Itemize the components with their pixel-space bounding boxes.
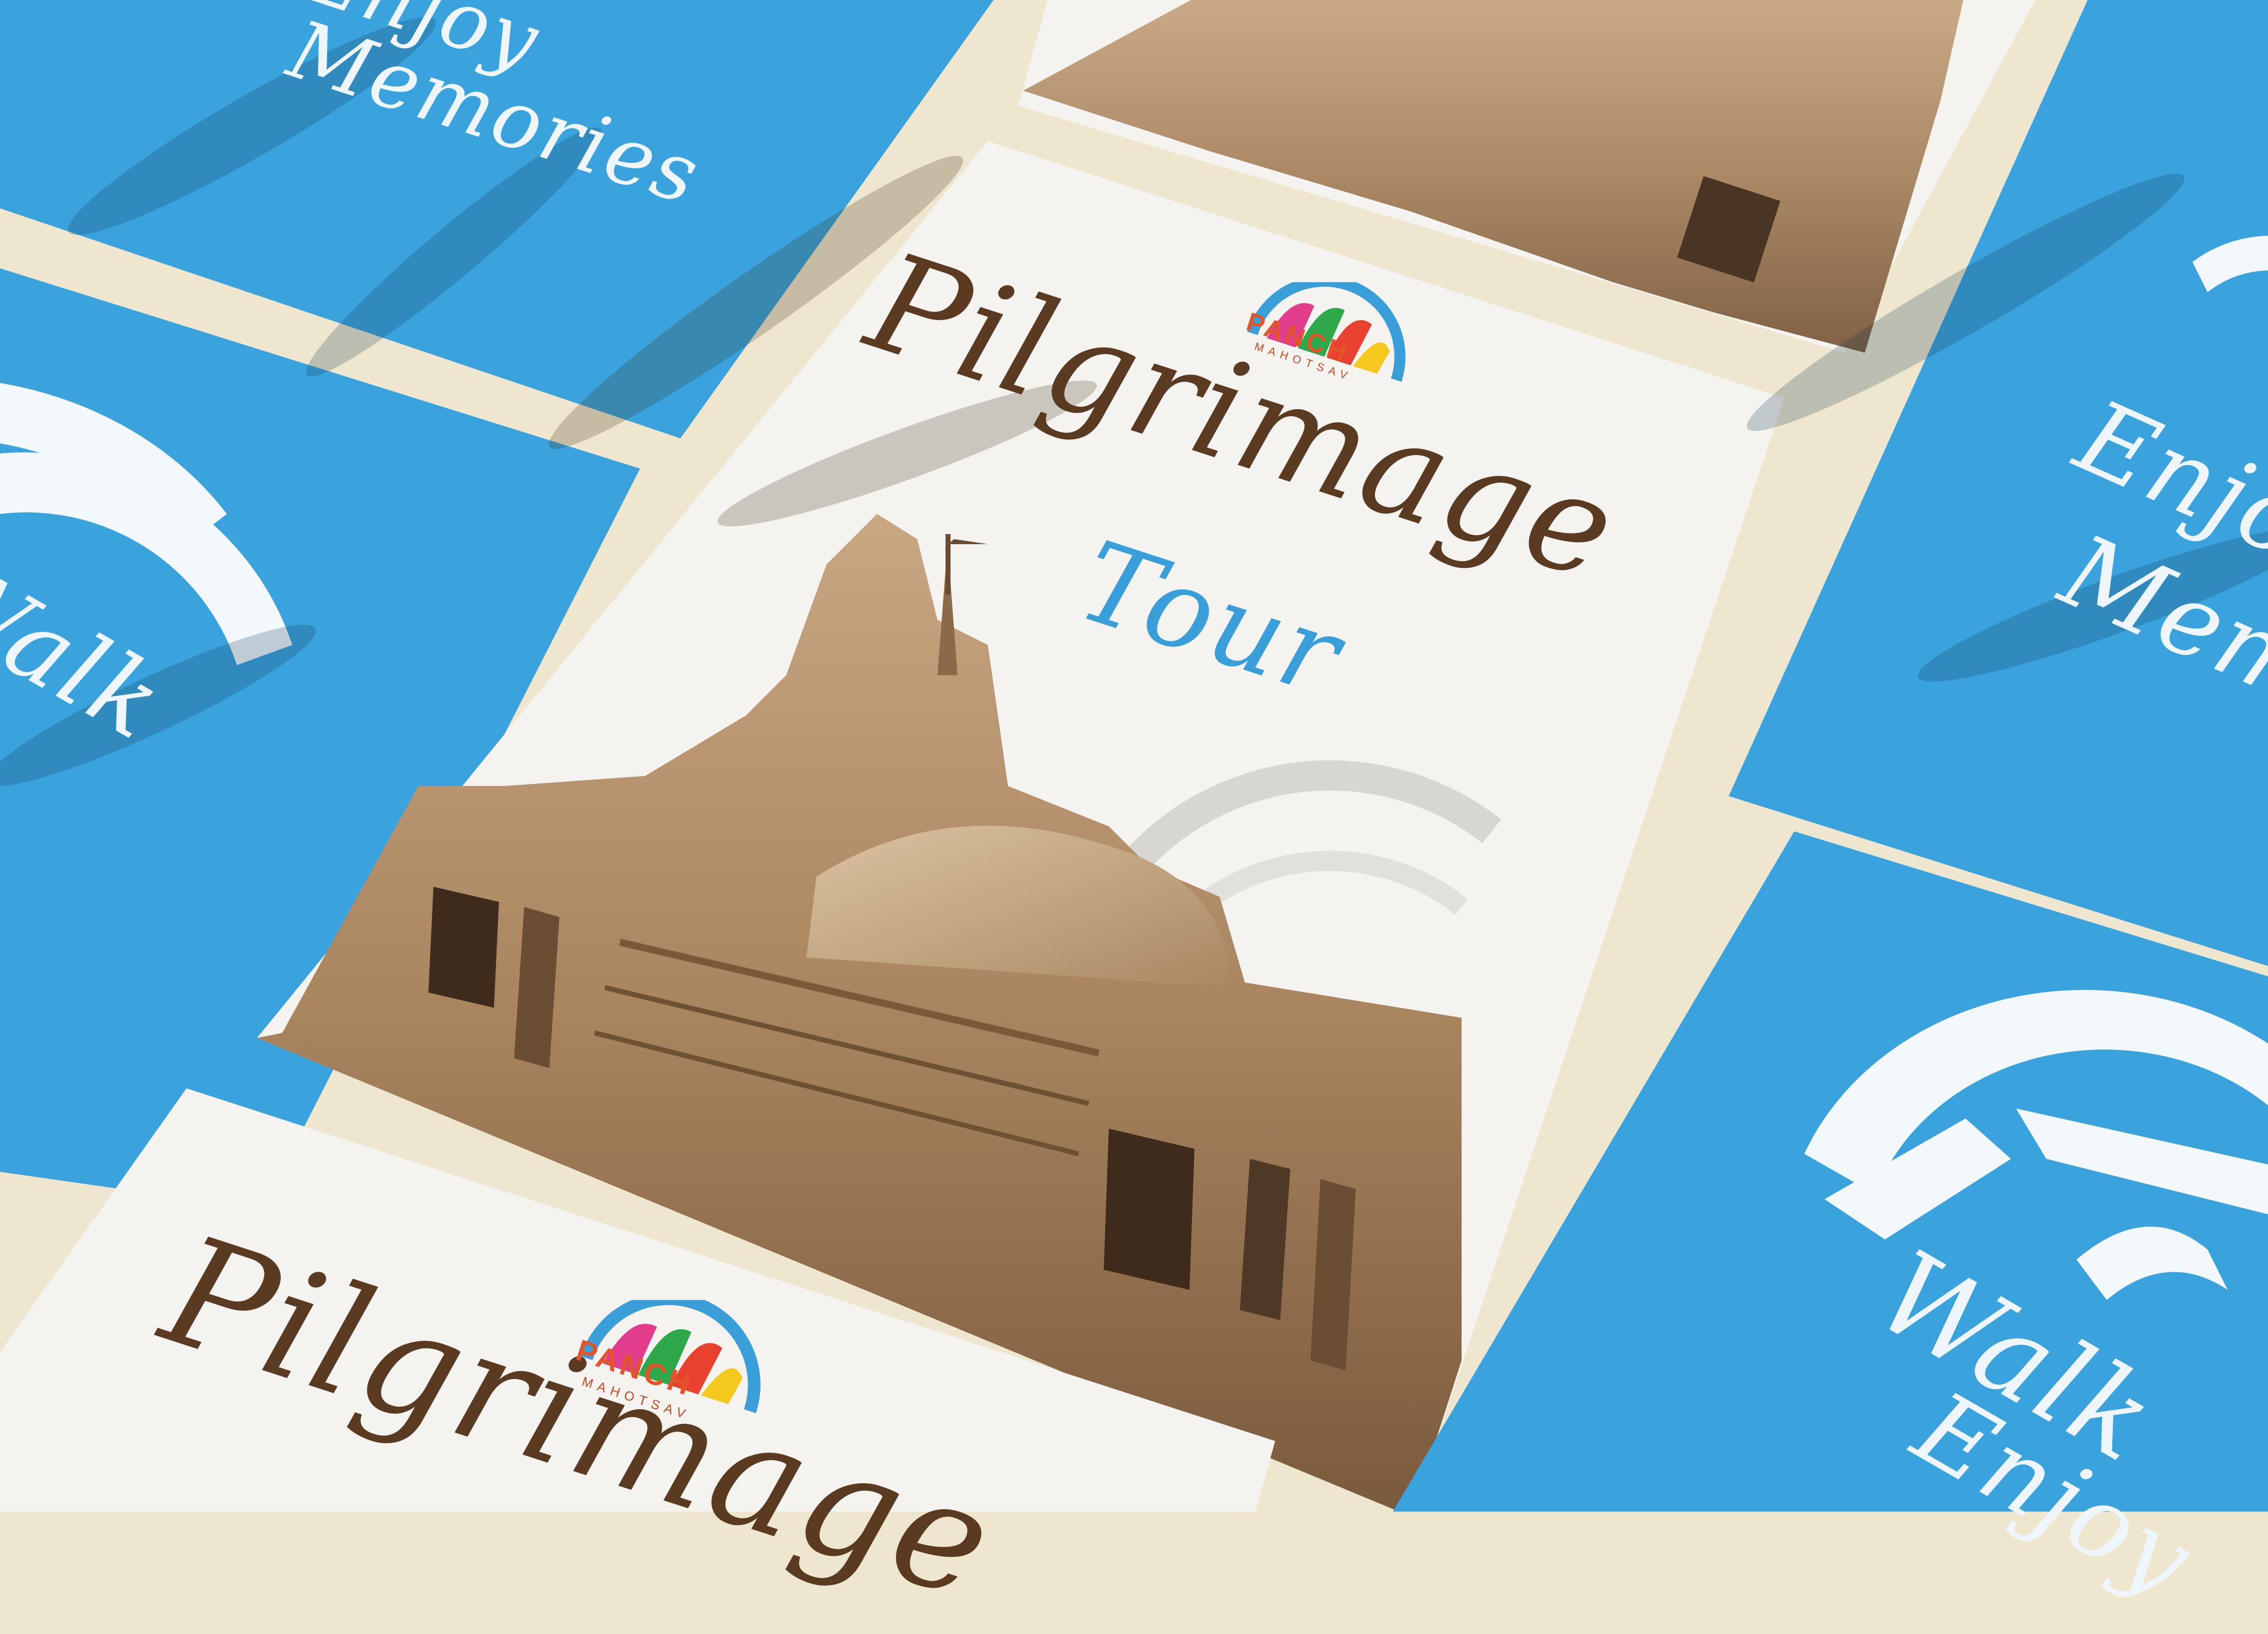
mockup-scene: Enjoy Memories Walk Pilgrimage Tour PANC…	[0, 0, 2268, 1634]
